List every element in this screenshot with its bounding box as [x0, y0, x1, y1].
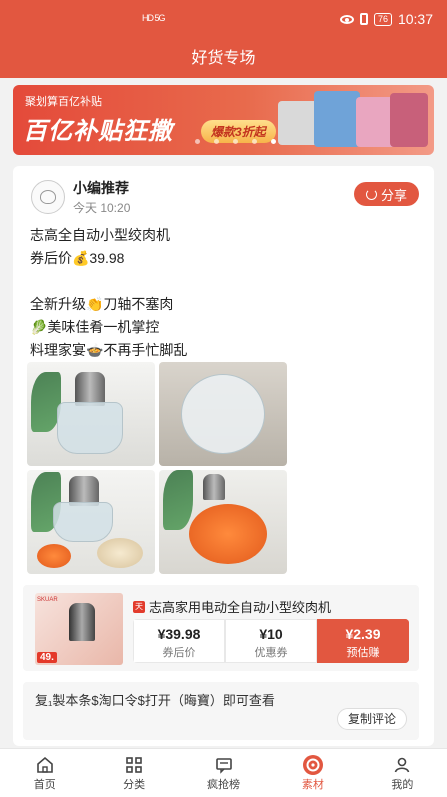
banner-subtitle: 聚划算百亿补贴 — [25, 96, 102, 108]
banner-pagination — [195, 139, 276, 144]
eye-icon — [339, 14, 354, 24]
post-time: 今天 10:20 — [73, 201, 131, 215]
battery-indicator: 76 — [373, 12, 392, 26]
home-icon — [36, 756, 54, 774]
product-thumbnail[interactable]: SKUAR 49. — [35, 593, 123, 665]
earning-label: 预估赚 — [346, 647, 380, 659]
thumb-label: SKUAR — [37, 597, 58, 603]
post-image-2[interactable] — [159, 362, 287, 466]
price-value: ¥39.98 — [157, 626, 201, 642]
product-title: 天 志高家用电动全自动小型绞肉机 — [133, 597, 331, 616]
product-title-text: 志高家用电动全自动小型绞肉机 — [149, 600, 332, 615]
tmall-icon: 天 — [133, 600, 145, 613]
price-label: 券后价 — [162, 647, 196, 659]
post-line: 料理家宴🍲不再手忙脚乱 — [30, 342, 188, 358]
share-button[interactable]: 分享 — [353, 182, 419, 206]
tab-category[interactable]: 分类 — [89, 749, 178, 797]
promo-banner[interactable]: 聚划算百亿补贴 百亿补贴狂撒 爆款3折起 — [13, 85, 434, 155]
status-bar: HD 5G 76 10:37 — [0, 10, 447, 30]
thumb-price: 49. — [37, 652, 57, 663]
copy-comment-button[interactable]: 复制评论 — [336, 708, 407, 730]
banner-headline: 百亿补贴狂撒 — [23, 118, 173, 145]
coupon-label: 优惠券 — [254, 647, 288, 659]
post-line: 🥬美味佳肴一机掌控 — [30, 319, 160, 335]
post-line: 全新升级👏刀轴不塞肉 — [30, 296, 174, 312]
earning-value: ¥2.39 — [345, 626, 381, 642]
tab-profile[interactable]: 我的 — [358, 749, 447, 797]
bottom-tab-bar: 首页 分类 疯抢榜 素材 我的 — [0, 748, 447, 797]
avatar-face-icon — [40, 190, 56, 204]
coupon-amount: ¥10 优惠券 — [225, 619, 317, 663]
grid-icon — [125, 756, 143, 774]
copy-comment-box: 复₁製本条$淘口令$打开（晦寶）即可查看 复制评论 — [23, 682, 419, 740]
banner-product-image — [278, 89, 428, 151]
vibrate-icon — [359, 13, 368, 25]
copy-comment-text: 复₁製本条$淘口令$打开（晦寶）即可查看 — [35, 693, 275, 708]
estimated-earning[interactable]: ¥2.39 预估赚 — [317, 619, 409, 663]
post-image-1[interactable] — [27, 362, 155, 466]
top-bar: HD 5G 76 10:37 好货专场 — [0, 0, 447, 78]
tab-home[interactable]: 首页 — [0, 749, 89, 797]
material-icon — [302, 755, 323, 775]
author-name: 小编推荐 — [73, 180, 129, 196]
tab-label: 我的 — [391, 779, 414, 791]
share-label: 分享 — [380, 187, 407, 203]
share-icon — [365, 188, 377, 200]
page-title: 好货专场 — [191, 50, 256, 67]
post-image-3[interactable] — [27, 470, 155, 574]
tab-label: 分类 — [123, 779, 146, 791]
post-line: 券后价💰39.98 — [30, 250, 125, 266]
post-text: 志高全自动小型绞肉机 券后价💰39.98 全新升级👏刀轴不塞肉 🥬美味佳肴一机掌… — [30, 224, 187, 362]
signal-indicator: HD 5G — [142, 13, 165, 23]
price-boxes: ¥39.98 券后价 ¥10 优惠券 ¥2.39 预估赚 — [133, 619, 409, 663]
price-after-coupon: ¥39.98 券后价 — [133, 619, 225, 663]
tab-material[interactable]: 素材 — [268, 749, 357, 797]
tab-label: 素材 — [301, 779, 324, 791]
avatar[interactable] — [31, 180, 65, 214]
product-card[interactable]: SKUAR 49. 天 志高家用电动全自动小型绞肉机 ¥39.98 券后价 ¥1… — [23, 585, 419, 671]
chat-icon — [215, 756, 233, 774]
tab-label: 首页 — [33, 779, 56, 791]
tab-label: 疯抢榜 — [207, 779, 241, 791]
coupon-value: ¥10 — [259, 626, 283, 642]
tab-ranking[interactable]: 疯抢榜 — [179, 749, 268, 797]
post-line: 志高全自动小型绞肉机 — [30, 227, 170, 243]
clock: 10:37 — [397, 11, 433, 27]
post-image-4[interactable] — [159, 470, 287, 574]
user-icon — [393, 756, 411, 774]
